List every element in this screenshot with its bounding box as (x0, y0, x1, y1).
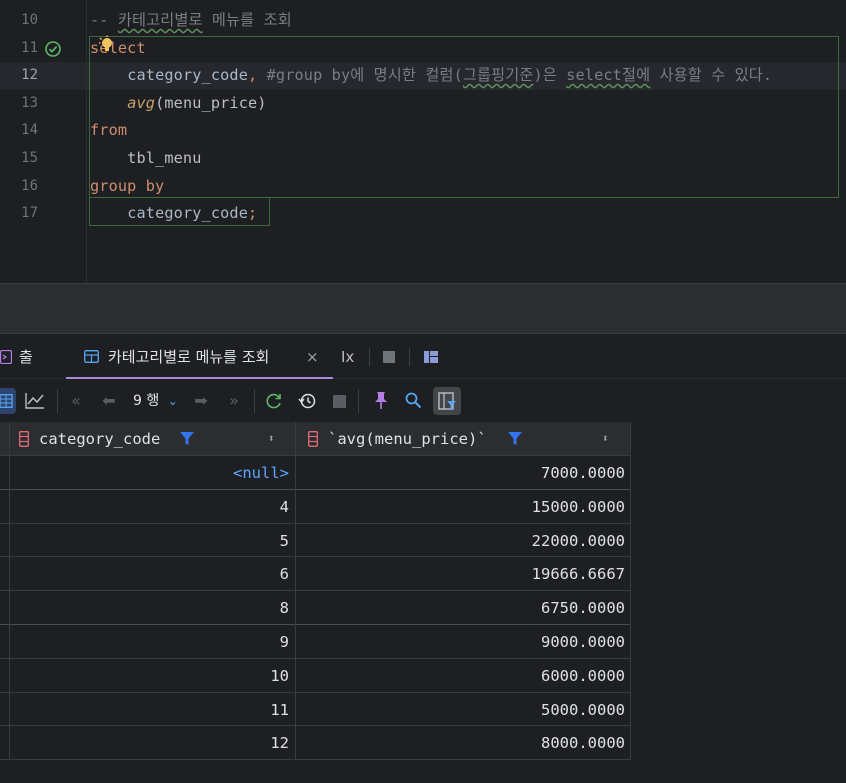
line-number: 11 (21, 39, 38, 56)
tab-separator-2 (409, 348, 410, 366)
column-type-icon (19, 431, 29, 447)
toolbar-separator-3 (358, 389, 359, 413)
cell-category-code[interactable]: 12 (0, 726, 296, 760)
chart-view-icon[interactable] (25, 392, 45, 409)
line-number: 10 (21, 12, 38, 28)
line-number: 13 (21, 94, 38, 111)
filter-toggle-button[interactable] (433, 387, 461, 415)
column-type-icon (308, 431, 318, 447)
previous-page-icon[interactable]: ⬅ (97, 388, 121, 414)
cell-category-code[interactable]: <null> (0, 456, 296, 490)
toolbar-separator-2 (254, 389, 255, 413)
sort-icon[interactable]: ⬍ (602, 422, 609, 456)
tab-result[interactable]: 카테고리별로 메뉴를 조회 × (66, 335, 333, 379)
grid-view-button[interactable] (0, 388, 16, 414)
rows-count-dropdown[interactable]: 9 행 ⌄ (133, 388, 178, 414)
column-header-category-code[interactable]: category_code ⬍ (0, 422, 296, 456)
panel-splitter[interactable] (0, 283, 846, 334)
filter-panel-icon (438, 392, 456, 410)
line-number: 17 (21, 205, 38, 222)
column-header-avg-menu-price[interactable]: `avg(menu_price)` ⬍ (296, 422, 631, 456)
chevron-down-icon: ⌄ (167, 394, 178, 408)
refresh-icon[interactable] (265, 392, 283, 410)
code-text: -- 카테고리별로 메뉴를 조회 (90, 11, 292, 29)
line-number: 14 (21, 122, 38, 139)
tab-result-label: 카테고리별로 메뉴를 조회 (108, 348, 270, 366)
column-header-label: `avg(menu_price)` (328, 430, 487, 448)
result-tabs: 출력 카테고리별로 메뉴를 조회 × Ix (0, 335, 846, 410)
filter-icon[interactable] (508, 432, 522, 446)
executed-check-icon[interactable] (44, 40, 62, 58)
rows-count-label: 9 행 (133, 393, 160, 409)
cell-avg-menu-price[interactable]: 8000.0000 (296, 726, 631, 760)
lightbulb-icon[interactable] (97, 35, 115, 55)
column-divider (9, 422, 10, 761)
cell-category-code[interactable]: 9 (0, 625, 296, 659)
grid-toolbar: « ⬅ 9 행 ⌄ ➡ » (0, 380, 846, 422)
cell-category-code[interactable]: 10 (0, 659, 296, 693)
cell-avg-menu-price[interactable]: 19666.6667 (296, 557, 631, 591)
tab-separator (369, 348, 370, 366)
result-grid[interactable]: category_code ⬍ `avg(menu_price)` ⬍ <nul… (0, 422, 631, 761)
sort-icon[interactable]: ⬍ (268, 422, 275, 456)
grid-icon (0, 394, 13, 408)
cell-avg-menu-price[interactable]: 7000.0000 (296, 456, 631, 490)
sql-editor[interactable]: 10 -- 카테고리별로 메뉴를 조회 11 select 12 category_co… (0, 0, 846, 283)
statement-highlight-tail (89, 197, 270, 226)
cell-avg-menu-price[interactable]: 9000.0000 (296, 625, 631, 659)
column-divider (295, 422, 296, 761)
line-number: 15 (21, 150, 38, 166)
statement-highlight (89, 36, 839, 198)
history-icon[interactable] (298, 392, 317, 410)
cell-avg-menu-price[interactable]: 6000.0000 (296, 659, 631, 693)
filter-icon[interactable] (180, 432, 194, 446)
cell-avg-menu-price[interactable]: 5000.0000 (296, 693, 631, 727)
row-divider (0, 759, 631, 761)
first-page-icon[interactable]: « (64, 388, 88, 414)
console-icon (0, 350, 12, 364)
toolbar-separator (57, 389, 58, 413)
last-page-icon[interactable]: » (222, 388, 246, 414)
cell-avg-menu-price[interactable]: 22000.0000 (296, 524, 631, 558)
stop-icon[interactable] (383, 351, 395, 363)
line-number: 12 (21, 67, 38, 84)
layout-icon[interactable] (424, 351, 438, 363)
line-number: 16 (21, 177, 38, 194)
cell-category-code[interactable]: 5 (0, 524, 296, 558)
cell-avg-menu-price[interactable]: 15000.0000 (296, 490, 631, 524)
column-divider (630, 422, 631, 761)
cell-category-code[interactable]: 11 (0, 693, 296, 727)
search-icon[interactable] (405, 392, 422, 409)
column-header-label: category_code (39, 430, 161, 448)
cancel-query-icon[interactable] (333, 395, 346, 408)
cell-category-code[interactable]: 8 (0, 591, 296, 625)
cell-avg-menu-price[interactable]: 6750.0000 (296, 591, 631, 625)
cell-category-code[interactable]: 6 (0, 557, 296, 591)
table-icon (84, 350, 99, 363)
pin-icon[interactable] (374, 391, 388, 410)
close-tab-icon[interactable]: × (306, 335, 319, 379)
tx-icon[interactable]: Ix (341, 335, 354, 379)
cell-category-code[interactable]: 4 (0, 490, 296, 524)
code-line[interactable]: 10 -- 카테고리별로 메뉴를 조회 (0, 7, 846, 35)
next-page-icon[interactable]: ➡ (189, 388, 213, 414)
gutter-separator (86, 0, 87, 283)
